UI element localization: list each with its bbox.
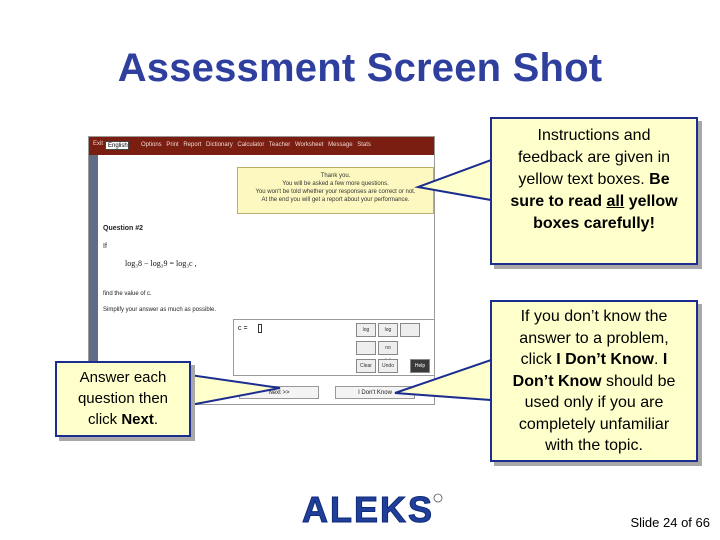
callout-line: Instructions and: [537, 127, 651, 144]
exit-link[interactable]: Exit: [93, 141, 103, 147]
language-select[interactable]: English: [105, 141, 129, 150]
callout-line: click I Don’t Know. I: [492, 349, 696, 371]
answer-cursor-box[interactable]: [258, 324, 262, 333]
callout-text: should be: [605, 372, 676, 390]
callout-line: used only if you are: [524, 394, 664, 411]
callout-line: click Next.: [57, 409, 189, 430]
top-menu-bar: Exit English Options Print Report Dictio…: [89, 137, 434, 155]
aleks-logo-text: ALEKS: [302, 489, 434, 528]
dont-know-callout: If you don’t know the answer to a proble…: [490, 300, 698, 462]
aleks-logo: ALEKS: [302, 489, 443, 528]
instructions-callout: Instructions and feedback are given in y…: [490, 117, 698, 265]
undo-button[interactable]: Undo: [378, 359, 398, 373]
callout-bold: Don’t Know: [512, 372, 602, 390]
callout-bold: Next: [121, 411, 154, 428]
log-base-button[interactable]: log: [378, 323, 398, 337]
fraction-button[interactable]: [356, 341, 376, 355]
clear-button[interactable]: Clear: [356, 359, 376, 373]
callout-text: .: [153, 411, 159, 428]
next-button[interactable]: Next >>: [239, 386, 319, 399]
question-find-text: find the value of c.: [103, 291, 152, 297]
callout-line: question then: [77, 390, 169, 407]
answer-prefix: c =: [238, 325, 248, 332]
callout-bold: I: [662, 351, 668, 368]
callout-bold: boxes carefully!: [533, 215, 655, 232]
notice-line: Thank you.: [320, 173, 351, 179]
answer-input-area[interactable]: c = log log no solution Clear Undo Help: [233, 319, 434, 376]
yellow-notice-box: Thank you. You will be asked a few more …: [237, 167, 434, 214]
exponent-box-button[interactable]: [400, 323, 420, 337]
menu-items[interactable]: Options Print Report Dictionary Calculat…: [141, 142, 371, 148]
notice-line: At the end you will get a report about y…: [261, 197, 410, 203]
slide-number: Slide 24 of 66: [630, 515, 710, 530]
callout-line: answer to a problem,: [519, 329, 669, 347]
callout-line: If you don’t know the: [520, 308, 668, 325]
i-dont-know-button[interactable]: I Don't Know: [335, 386, 415, 399]
callout-line: sure to read all yellow: [492, 191, 696, 213]
callout-line: completely unfamiliar: [518, 415, 670, 433]
notice-line: You will be asked a few more questions.: [282, 181, 389, 187]
help-button[interactable]: Help: [410, 359, 430, 373]
slide-title: Assessment Screen Shot: [117, 46, 603, 90]
question-simplify-text: Simplify your answer as much as possible…: [103, 307, 217, 313]
callout-text: click: [520, 351, 552, 368]
callout-line: boxes carefully!: [492, 213, 696, 235]
callout-text: yellow text boxes.: [518, 171, 645, 188]
callout-bold: sure to read: [510, 193, 602, 210]
answer-callout: Answer each question then click Next.: [55, 361, 191, 437]
callout-underline: all: [606, 193, 625, 210]
callout-text: click: [87, 411, 118, 428]
callout-text: .: [653, 351, 659, 368]
no-solution-button[interactable]: no solution: [378, 341, 398, 364]
callout-line: feedback are given in: [517, 149, 671, 166]
question-equation: log₃8 − log₃9 = log₃c ,: [125, 259, 197, 268]
notice-line: You won't be told whether your responses…: [255, 189, 416, 195]
registered-mark-icon: [433, 493, 443, 503]
question-title: Question #2: [103, 225, 144, 232]
callout-line: with the topic.: [545, 437, 643, 454]
callout-line: Don’t Know should be: [492, 371, 696, 393]
callout-bold: yellow: [628, 193, 678, 210]
navigation-buttons: Next >> I Don't Know: [239, 386, 429, 400]
question-if: If: [103, 243, 107, 250]
callout-line: yellow text boxes. Be: [492, 169, 696, 191]
callout-line: Answer each: [79, 369, 167, 386]
callout-bold: Be: [649, 171, 670, 188]
callout-bold: I Don’t Know: [556, 351, 654, 368]
log-button[interactable]: log: [356, 323, 376, 337]
